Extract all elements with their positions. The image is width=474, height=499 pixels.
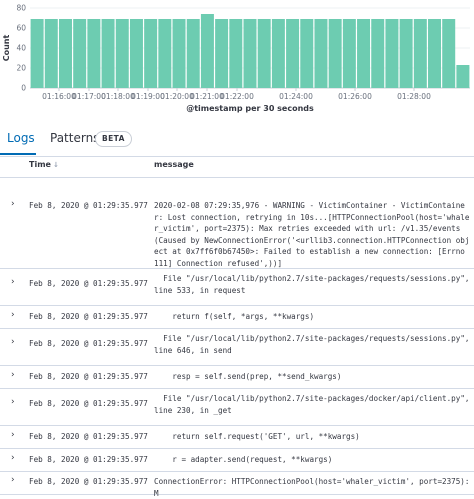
histogram-bar [58,19,72,88]
x-tick-label: 01:16:00 [42,92,76,101]
histogram-bar [186,19,200,88]
expand-row-chevron-icon[interactable]: › [11,370,15,380]
time-header-label: Time [29,160,51,169]
expand-row-chevron-icon[interactable]: › [11,277,15,287]
histogram-bar [172,19,186,88]
time-cell: Feb 8, 2020 @ 01:29:35.977 [29,477,148,486]
time-cell: Feb 8, 2020 @ 01:29:35.977 [29,312,148,321]
message-cell: File "/usr/local/lib/python2.7/site-pack… [154,334,474,355]
tab-patterns[interactable]: Patterns [50,131,99,145]
table-row: › Feb 8, 2020 @ 01:29:35.977 return f(sel… [0,306,474,329]
time-cell: Feb 8, 2020 @ 01:29:35.977 [29,455,148,464]
histogram-bar [385,19,399,88]
table-row: › Feb 8, 2020 @ 01:29:35.977 ConnectionErr… [0,472,474,498]
expand-row-chevron-icon[interactable]: › [11,475,15,485]
histogram-bar [30,19,44,88]
histogram-bar [229,19,243,88]
y-tick-label: 80 [16,4,26,13]
histogram-bar [456,65,470,88]
histogram-svg: 02040608001:16:0001:17:0001:18:0001:19:0… [2,4,470,113]
message-cell: File "/usr/local/lib/python2.7/site-pack… [154,274,474,295]
histogram-bar [442,19,456,88]
x-tick-label: 01:24:00 [279,92,313,101]
histogram-bar [101,19,115,88]
histogram-bar [357,19,371,88]
histogram-bar [342,19,356,88]
histogram-bar [158,19,172,88]
x-tick-label: 01:28:00 [397,92,431,101]
histogram-bar [399,19,413,88]
table-header: Time ↓ message [0,157,474,178]
time-cell: Feb 8, 2020 @ 01:29:35.977 [29,372,148,381]
expand-row-chevron-icon[interactable]: › [11,397,15,407]
expand-row-chevron-icon[interactable]: › [11,337,15,347]
y-tick-label: 20 [16,64,26,73]
log-table: Time ↓ message › Feb 8, 2020 @ 01:29:35.97… [0,157,474,498]
expand-row-chevron-icon[interactable]: › [11,199,15,209]
message-cell: r = adapter.send(request, **kwargs) [154,455,333,464]
expand-row-chevron-icon[interactable]: › [11,453,15,463]
time-column-header[interactable]: Time ↓ [29,160,59,169]
y-tick-label: 0 [21,84,26,93]
x-axis-title: @timestamp per 30 seconds [186,104,314,113]
message-cell: ConnectionError: HTTPConnectionPool(host… [154,477,474,498]
histogram-bar [73,19,87,88]
histogram-bar [129,19,143,88]
histogram-bar [413,19,427,88]
histogram-bar [200,14,214,88]
histogram-bar [257,19,271,88]
histogram-bar [271,19,285,88]
histogram-bar [144,19,158,88]
tab-bar: Logs Patterns BETA [0,126,474,157]
histogram-chart: 0 20 40 60 80 01:16:00 01:17:00 01:18:00 01:19:0… [0,0,474,120]
x-tick-label: 01:22:00 [220,92,254,101]
expand-row-chevron-icon[interactable]: › [11,430,15,440]
message-cell: resp = self.send(prep, **send_kwargs) [154,372,342,381]
active-tab-indicator [0,153,36,155]
message-cell: return f(self, *args, **kwargs) [154,312,315,321]
histogram-bar [428,19,442,88]
beta-badge: BETA [95,131,132,147]
table-row: › Feb 8, 2020 @ 01:29:35.977 File "/usr/l… [0,329,474,366]
time-cell: Feb 8, 2020 @ 01:29:35.977 [29,399,148,408]
y-axis-title: Count [2,35,11,62]
histogram-bar [314,19,328,88]
x-tick-label: 01:26:00 [338,92,372,101]
histogram-bar [44,19,58,88]
table-row: › Feb 8, 2020 @ 01:29:35.977 File "/usr/l… [0,269,474,306]
histogram-bar [300,19,314,88]
message-column-header[interactable]: message [154,160,194,169]
histogram-bar [371,19,385,88]
sort-arrow-icon[interactable]: ↓ [53,161,59,169]
histogram-bar [87,19,101,88]
histogram-bar [243,19,257,88]
table-row: › Feb 8, 2020 @ 01:29:35.977 resp = self.… [0,366,474,389]
table-row: › Feb 8, 2020 @ 01:29:35.977 File "/usr/l… [0,389,474,426]
time-cell: Feb 8, 2020 @ 01:29:35.977 [29,279,148,288]
table-row: › Feb 8, 2020 @ 01:29:35.977 return self.… [0,426,474,449]
y-tick-label: 40 [16,44,26,53]
x-tick-label: 01:21:00 [190,92,224,101]
histogram-bar [215,19,229,88]
message-cell: File "/usr/local/lib/python2.7/site-pack… [154,394,474,415]
histogram-bar [286,19,300,88]
table-body: › Feb 8, 2020 @ 01:29:35.977 2020-02-08 07… [0,178,474,498]
y-tick-label: 60 [16,24,26,33]
message-cell: 2020-02-08 07:29:35,976 - WARNING - Vict… [154,201,470,268]
x-tick-label: 01:20:00 [160,92,194,101]
time-cell: Feb 8, 2020 @ 01:29:35.977 [29,432,148,441]
histogram-bar [115,19,129,88]
time-cell: Feb 8, 2020 @ 01:29:35.977 [29,339,148,348]
histogram-bar [328,19,342,88]
tab-logs[interactable]: Logs [7,131,35,145]
table-row: › Feb 8, 2020 @ 01:29:35.977 r = adapter.… [0,449,474,472]
message-cell: return self.request('GET', url, **kwargs… [154,432,360,441]
table-row: › Feb 8, 2020 @ 01:29:35.977 2020-02-08 07… [0,178,474,269]
expand-row-chevron-icon[interactable]: › [11,310,15,320]
time-cell: Feb 8, 2020 @ 01:29:35.977 [29,201,148,210]
x-tick-label: 01:18:00 [101,92,135,101]
